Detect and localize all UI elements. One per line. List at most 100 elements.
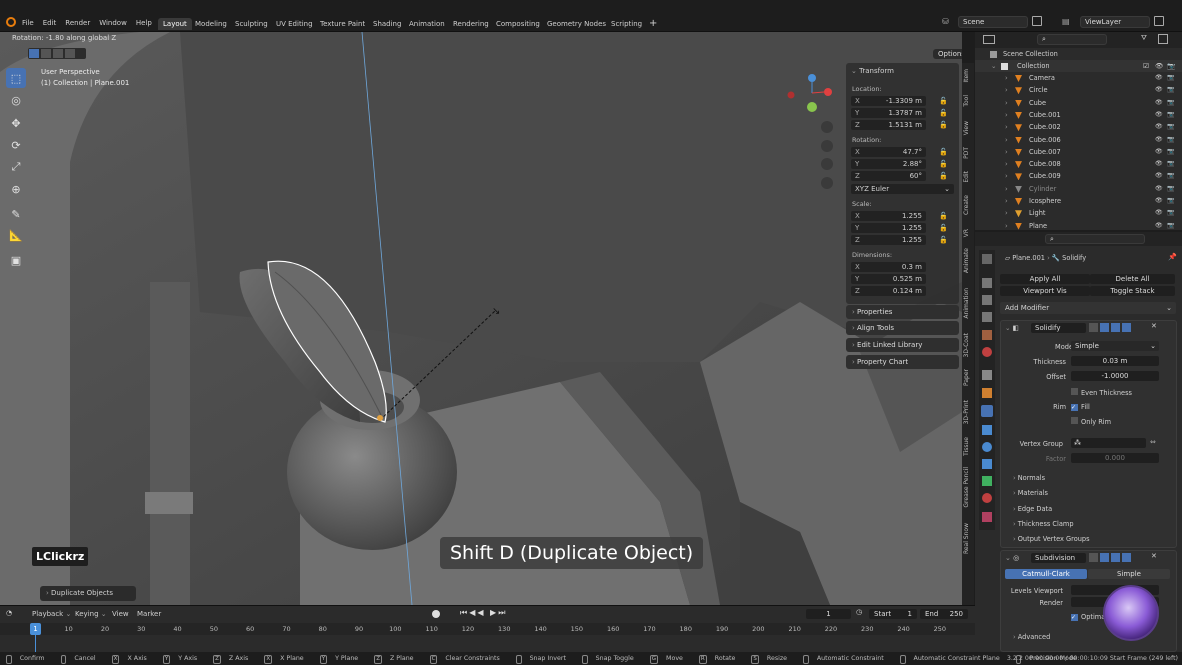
outliner-item[interactable]: › Cube.009 👁 📷 [975,170,1182,182]
select-extend-icon[interactable] [41,49,51,58]
keying-menu[interactable]: Keying ⌄ [75,610,107,618]
outliner-item[interactable]: › Plane 👁 📷 [975,220,1182,232]
playhead[interactable]: 1 [30,623,41,635]
cursor-tool-icon[interactable]: ◎ [6,90,26,110]
scale-tool-icon[interactable]: ⤢ [6,157,26,177]
rotation-z-field[interactable]: Z 60° [851,171,926,181]
scene-tab-icon[interactable] [982,330,992,340]
solidify-name-field[interactable]: Solidify [1031,323,1086,333]
transform-tool-icon[interactable]: ⊕ [6,179,26,199]
camera-restrict-icon[interactable]: 📷 [1167,207,1174,219]
mode-select[interactable]: Simple ⌄ [1071,341,1159,351]
lock-icon[interactable]: 🔓 [939,235,948,245]
camera-restrict-icon[interactable]: 📷 [1167,84,1174,96]
scene-icon[interactable]: ⛁ [942,17,956,27]
editor-type-icon[interactable]: ◔ [6,609,12,617]
catmull-clark-button[interactable]: Catmull-Clark [1005,569,1087,579]
tab-animate[interactable]: Animate [963,248,970,273]
outliner-item[interactable]: › Cube.002 👁 📷 [975,121,1182,133]
close-icon[interactable]: ✕ [1151,552,1157,560]
camera-restrict-icon[interactable]: 📷 [1167,72,1174,84]
camera-restrict-icon[interactable]: 📷 [1167,220,1174,232]
tab-view[interactable]: View [963,121,970,135]
eye-icon[interactable]: 👁 [1155,72,1163,84]
tab-scripting[interactable]: Scripting [606,18,647,30]
eye-icon[interactable]: 👁 [1155,84,1163,96]
add-cube-tool-icon[interactable]: ▣ [6,250,26,270]
scale-z-field[interactable]: Z 1.255 [851,235,926,245]
only-rim-checkbox[interactable]: Only Rim [1071,417,1111,426]
modifier-toggle-icons[interactable] [1089,323,1131,332]
edge-data-subpanel[interactable]: › Edge Data [1013,505,1052,513]
outliner-scene-collection[interactable]: Scene Collection [975,48,1182,60]
location-x-field[interactable]: X -1.3309 m [851,96,926,106]
3d-viewport[interactable]: ↘ Rotation: -1.80 along global Z User Pe… [0,32,962,605]
expand-icon[interactable]: › [1005,134,1008,146]
location-y-field[interactable]: Y 1.3787 m [851,108,926,118]
last-operator-panel[interactable]: › Duplicate Objects [40,586,136,601]
tab-3d-print[interactable]: 3D-Print [963,400,970,424]
eye-icon[interactable]: 👁 [1155,146,1163,158]
rotation-y-field[interactable]: Y 2.88° [851,159,926,169]
tab-paper[interactable]: Paper [963,369,970,386]
outliner-item[interactable]: › Cylinder 👁 📷 [975,183,1182,195]
tab-3d-coat[interactable]: 3D-Coat [963,333,970,358]
properties-section[interactable]: › Properties [846,305,959,319]
subdivision-name-field[interactable]: Subdivision [1031,553,1086,563]
blender-logo-icon[interactable] [6,17,16,27]
expand-icon[interactable]: › [1005,170,1008,182]
menu-help[interactable]: Help [136,19,152,27]
tab-animation[interactable]: Animation [404,18,450,30]
select-subtract-icon[interactable] [53,49,63,58]
camera-restrict-icon[interactable]: 📷 [1167,158,1174,170]
eye-icon[interactable]: 👁 [1155,134,1163,146]
lock-icon[interactable]: 🔓 [939,211,948,221]
property-chart-section[interactable]: › Property Chart [846,355,959,369]
camera-restrict-icon[interactable]: 📷 [1167,60,1175,72]
physics-tab-icon[interactable] [982,442,992,452]
select-tool-icon[interactable]: ⬚ [6,68,26,88]
eye-icon[interactable]: 👁 [1155,195,1163,207]
outliner-item[interactable]: › Cube 👁 📷 [975,97,1182,109]
new-scene-icon[interactable] [1032,16,1042,26]
dimension-x-field[interactable]: X 0.3 m [851,262,926,272]
modifier-toggle-icons[interactable] [1089,553,1131,562]
materials-subpanel[interactable]: › Materials [1013,489,1048,497]
add-workspace-icon[interactable]: + [644,18,662,30]
camera-restrict-icon[interactable]: 📷 [1167,109,1174,121]
eye-icon[interactable]: 👁 [1155,121,1163,133]
expand-icon[interactable]: › [1005,84,1008,96]
fill-checkbox[interactable]: ✓ Fill [1071,403,1090,411]
select-mode-icons[interactable] [28,48,86,59]
tab-shading[interactable]: Shading [368,18,406,30]
viewlayer-icon[interactable]: ▤ [1062,17,1070,26]
menu-edit[interactable]: Edit [43,19,57,27]
eye-icon[interactable]: 👁 [1155,158,1163,170]
annotate-tool-icon[interactable]: ✎ [6,204,26,224]
even-thickness-checkbox[interactable]: Even Thickness [1071,388,1132,397]
collection-tab-icon[interactable] [982,370,992,380]
tab-pdt[interactable]: PDT [963,147,970,159]
tab-item[interactable]: Item [963,69,970,83]
tab-texture-paint[interactable]: Texture Paint [315,18,370,30]
tab-real-snow[interactable]: Real Snow [963,523,970,554]
expand-icon[interactable]: › [1005,158,1008,170]
tab-tissue[interactable]: Tissue [963,437,970,456]
pin-icon[interactable]: 📌 [1168,253,1177,261]
transform-header[interactable]: ⌄ Transform [851,67,894,75]
normals-subpanel[interactable]: › Normals [1013,474,1045,482]
rotate-tool-icon[interactable]: ⟳ [6,135,26,155]
advanced-subpanel[interactable]: › Advanced [1013,633,1050,641]
lock-icon[interactable]: 🔓 [939,223,948,233]
eye-icon[interactable]: 👁 [1155,109,1163,121]
expand-icon[interactable]: › [1005,121,1008,133]
camera-restrict-icon[interactable]: 📷 [1167,195,1174,207]
lock-icon[interactable]: 🔓 [939,96,948,106]
output-vertex-groups-subpanel[interactable]: › Output Vertex Groups [1013,535,1090,543]
vertex-group-field[interactable]: ⁂ [1071,438,1146,448]
edit-linked-library-section[interactable]: › Edit Linked Library [846,338,959,352]
modifier-tab-icon[interactable] [981,405,993,417]
tab-create[interactable]: Create [963,195,970,215]
move-tool-icon[interactable]: ✥ [6,113,26,133]
tab-modeling[interactable]: Modeling [190,18,232,30]
